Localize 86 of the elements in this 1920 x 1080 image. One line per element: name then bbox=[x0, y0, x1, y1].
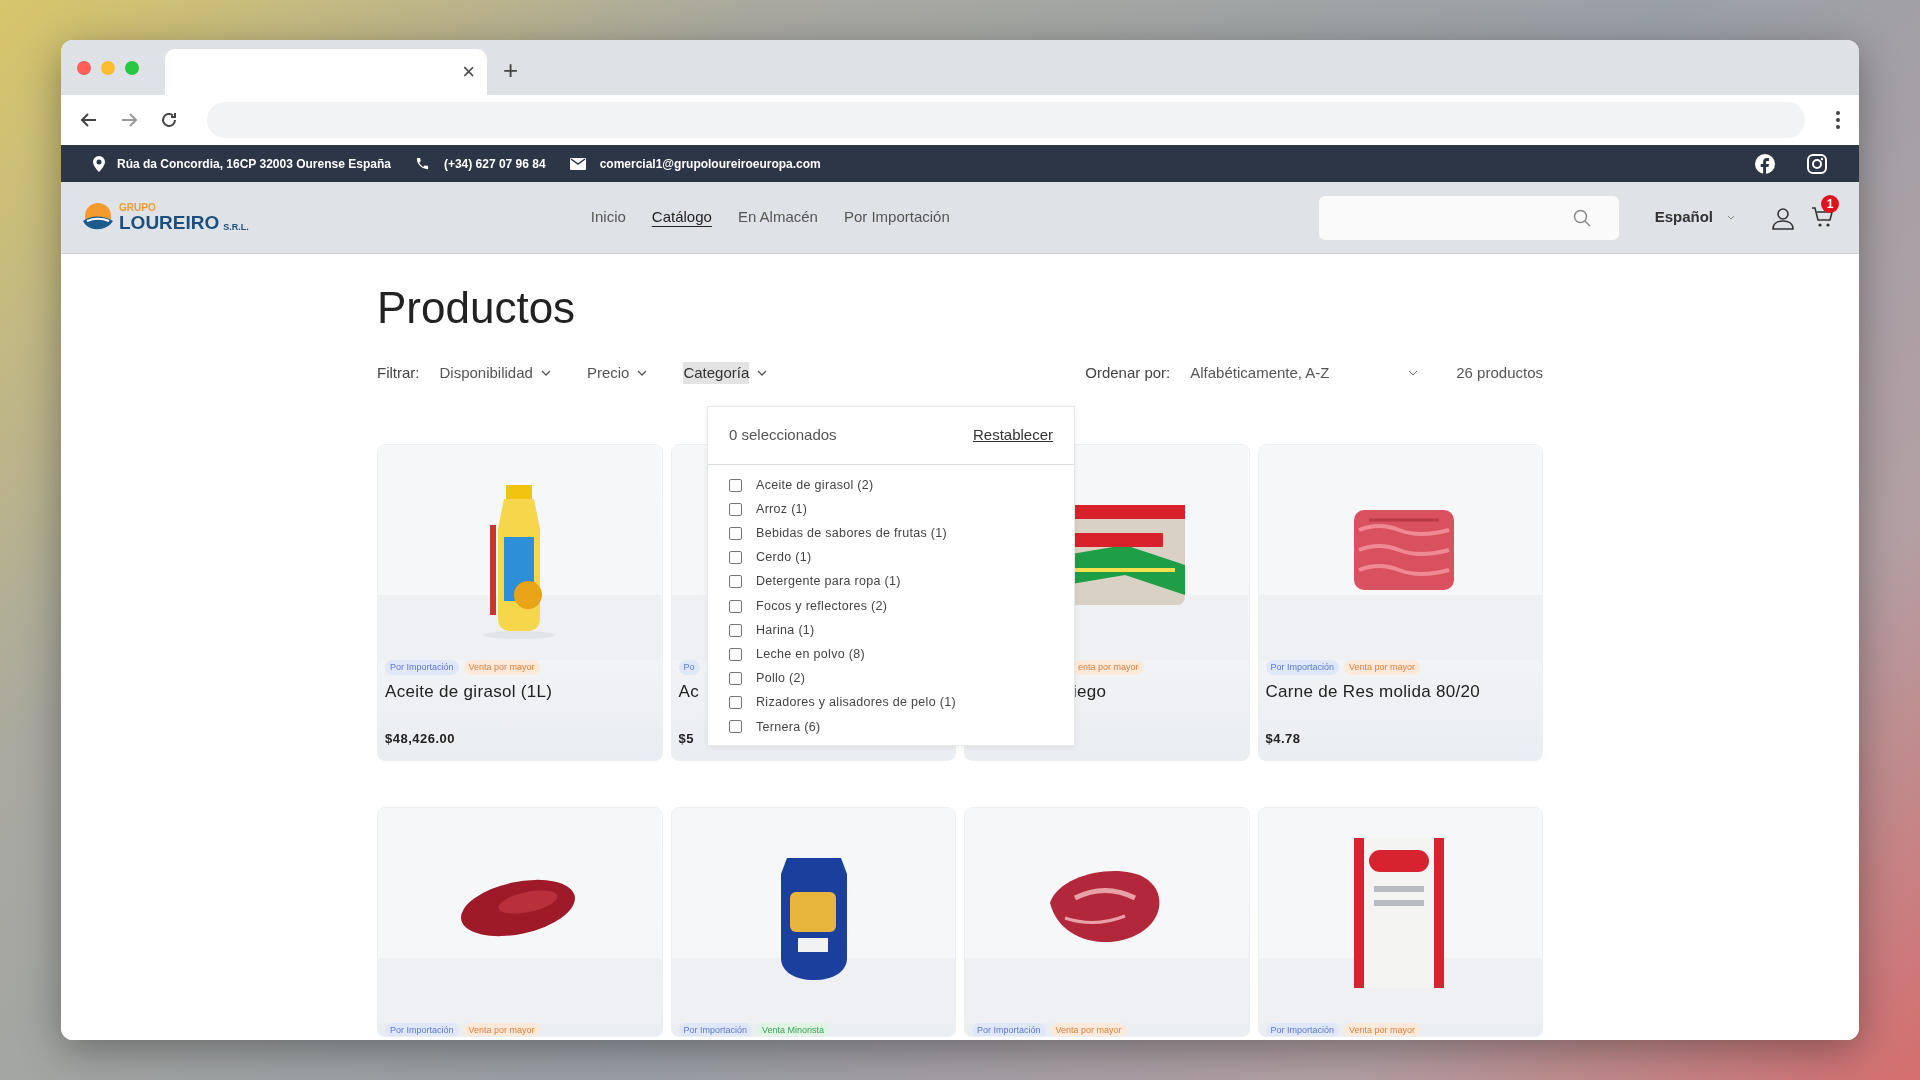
sort-select[interactable]: Alfabéticamente, A-Z bbox=[1190, 361, 1419, 385]
product-title[interactable]: Aceite de girasol (1L) bbox=[385, 679, 655, 705]
tab-close-button[interactable]: × bbox=[462, 61, 475, 83]
product-tag: Venta por mayor bbox=[463, 660, 540, 675]
product-tag: Por Importación bbox=[385, 1023, 459, 1036]
product-card[interactable]: Por Importación Venta por mayor bbox=[964, 807, 1250, 1037]
address-text: Rúa da Concordia, 16CP 32003 Ourense España bbox=[117, 155, 391, 173]
checkbox[interactable] bbox=[729, 551, 742, 565]
category-option[interactable]: Bebidas de sabores de frutas (1) bbox=[756, 524, 947, 543]
mail-icon bbox=[569, 157, 586, 170]
product-tag: Por Importación bbox=[385, 660, 459, 675]
reset-link[interactable]: Restablecer bbox=[972, 424, 1053, 447]
product-card[interactable]: Por Importación Venta por mayor Aceite de girasol (1L) $48,426.00 bbox=[377, 444, 663, 761]
phone-text: (+34) 627 07 96 84 bbox=[443, 155, 546, 173]
nav-link[interactable]: En Almacén bbox=[737, 206, 818, 229]
nav-link[interactable]: Catálogo bbox=[651, 206, 712, 229]
category-option[interactable]: Cerdo (1) bbox=[756, 548, 812, 568]
category-option[interactable]: Arroz (1) bbox=[756, 499, 808, 519]
category-option[interactable]: Aceite de girasol (2) bbox=[756, 475, 874, 495]
filter-label: Filtrar: bbox=[377, 362, 420, 383]
product-title[interactable]: Carne de Res molida 80/20 bbox=[1265, 679, 1535, 705]
product-price: $48,426.00 bbox=[385, 729, 457, 748]
logo-subtitle: GRUPO bbox=[119, 203, 157, 213]
product-tag: Po bbox=[678, 660, 700, 675]
filter-dropdown[interactable]: Precio bbox=[586, 361, 648, 385]
product-tag: Venta por mayor bbox=[1344, 1023, 1421, 1036]
sort-label: Ordenar por: bbox=[1085, 362, 1171, 383]
checkbox[interactable] bbox=[729, 575, 742, 589]
filter-dropdown[interactable]: Disponibilidad bbox=[439, 361, 551, 385]
chevron-down-icon bbox=[540, 370, 551, 376]
category-option[interactable]: Detergente para ropa (1) bbox=[756, 572, 901, 592]
checkbox[interactable] bbox=[729, 526, 742, 540]
new-tab-button[interactable]: + bbox=[503, 56, 519, 83]
category-option[interactable]: Ternera (6) bbox=[756, 717, 821, 737]
reload-icon[interactable] bbox=[159, 110, 179, 130]
product-tag: Por Importación bbox=[678, 1023, 753, 1036]
logo-name: LOUREIRO bbox=[119, 213, 220, 232]
product-tag: Por Importación bbox=[972, 1023, 1046, 1036]
product-card[interactable]: Por Importación Venta por mayor bbox=[377, 807, 663, 1037]
category-option[interactable]: Focos y reflectores (2) bbox=[756, 596, 888, 616]
product-tag: Venta Minorista bbox=[757, 1023, 830, 1036]
instagram-icon[interactable] bbox=[1807, 153, 1827, 174]
selected-count: 0 seleccionados bbox=[729, 425, 837, 446]
nav-link[interactable]: Por Importación bbox=[843, 206, 950, 229]
cart-count-badge: 1 bbox=[1821, 194, 1839, 213]
category-option[interactable]: Leche en polvo (8) bbox=[756, 645, 865, 664]
search-icon[interactable] bbox=[1572, 208, 1591, 227]
category-option[interactable]: Harina (1) bbox=[756, 620, 815, 640]
chevron-down-icon bbox=[1727, 215, 1735, 220]
facebook-icon[interactable] bbox=[1755, 153, 1775, 174]
checkbox[interactable] bbox=[729, 672, 742, 686]
category-option[interactable]: Pollo (2) bbox=[756, 669, 806, 688]
checkbox[interactable] bbox=[729, 720, 742, 734]
checkbox[interactable] bbox=[729, 623, 742, 637]
product-count: 26 productos bbox=[1456, 362, 1543, 383]
product-card[interactable]: Por Importación Venta por mayor bbox=[1257, 807, 1543, 1037]
search-field[interactable] bbox=[1318, 195, 1619, 240]
product-tag: Venta por mayor bbox=[1344, 660, 1421, 675]
product-card[interactable]: Por Importación Venta por mayor Carne de Res molida 80/20 $4.78 bbox=[1257, 444, 1543, 761]
checkbox[interactable] bbox=[729, 647, 742, 661]
product-price: $4.78 bbox=[1265, 729, 1302, 748]
nav-link[interactable]: Inicio bbox=[590, 206, 626, 229]
product-card[interactable]: Por Importación Venta Minorista bbox=[670, 807, 956, 1037]
logo-suffix: S.R.L. bbox=[223, 223, 249, 232]
checkbox[interactable] bbox=[729, 478, 742, 492]
chevron-down-icon bbox=[757, 370, 768, 376]
checkbox[interactable] bbox=[729, 502, 742, 516]
browser-tab[interactable]: × bbox=[165, 49, 487, 95]
product-tag: Venta por mayor bbox=[1050, 1023, 1127, 1036]
checkbox[interactable] bbox=[729, 696, 742, 710]
location-pin-icon bbox=[93, 155, 105, 172]
close-window-icon[interactable] bbox=[77, 60, 91, 75]
language-selector[interactable]: Español bbox=[1654, 206, 1735, 229]
menu-icon[interactable] bbox=[1835, 110, 1841, 130]
product-tag: Por Importación bbox=[1265, 660, 1340, 675]
chevron-down-icon bbox=[1408, 370, 1419, 376]
product-tag: Venta por mayor bbox=[463, 1023, 540, 1036]
page-title: Productos bbox=[377, 282, 577, 334]
phone-icon bbox=[414, 156, 430, 171]
email-link[interactable]: comercial1@grupoloureiroeuropa.com bbox=[599, 154, 821, 173]
category-option[interactable]: Rizadores y alisadores de pelo (1) bbox=[756, 693, 956, 713]
user-icon[interactable] bbox=[1771, 205, 1795, 230]
product-tag: enta por mayor bbox=[1073, 660, 1144, 675]
chevron-down-icon bbox=[637, 370, 648, 376]
checkbox[interactable] bbox=[729, 599, 742, 613]
product-tag: Por Importación bbox=[1265, 1023, 1340, 1036]
